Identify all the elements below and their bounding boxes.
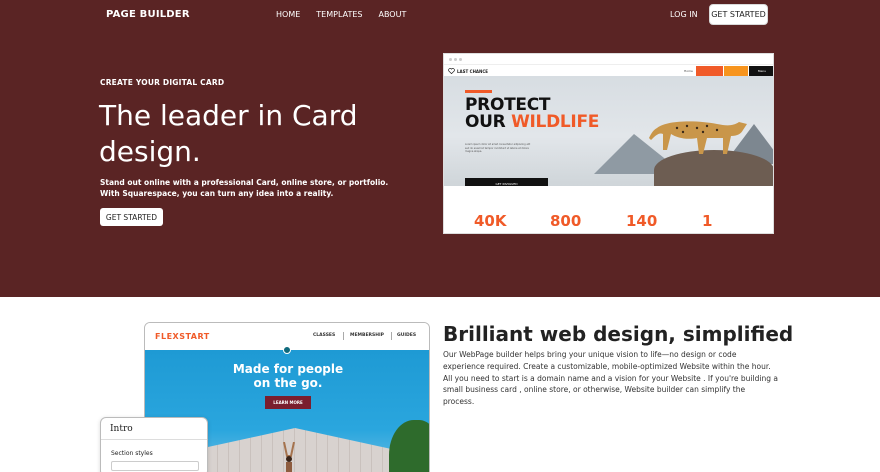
- preview-menu-button: Menu: [749, 66, 773, 76]
- section-title: Brilliant web design, simplified: [443, 322, 794, 346]
- brand-logo[interactable]: PAGE BUILDER: [106, 9, 190, 20]
- panel-title: Intro: [110, 424, 133, 434]
- mockup-tree-image: [389, 420, 429, 472]
- preview-title-line2a: OUR: [465, 112, 512, 132]
- mockup-divider: [343, 332, 344, 340]
- preview-window-chrome: [444, 54, 773, 65]
- preview-accent-bar: [465, 90, 492, 93]
- preview-topbar: LAST CHANCE Home Menu: [444, 66, 773, 76]
- section-styles-label: Section styles: [111, 450, 153, 457]
- template-preview[interactable]: LAST CHANCE Home Menu PROTECT OUR WILDLI…: [443, 53, 774, 234]
- hero-get-started-button[interactable]: GET STARTED: [100, 208, 163, 226]
- preview-hero-image: PROTECT OUR WILDLIFE Lorem ipsum dolor s…: [444, 76, 773, 186]
- preview-paragraph: Lorem ipsum dolor sit amet consectetur a…: [465, 143, 531, 153]
- preview-nav-home: Home: [684, 69, 693, 73]
- hero-headline: The leader in Card design.: [99, 99, 358, 168]
- login-link[interactable]: LOG IN: [670, 10, 698, 19]
- heart-icon: [448, 68, 455, 74]
- mockup-link-membership: MEMBERSHIP: [350, 333, 384, 338]
- mockup-headline-line2: on the go.: [253, 376, 323, 390]
- mockup-learn-more-button: LEARN MORE: [265, 396, 311, 409]
- preview-stat: 800: [550, 212, 582, 230]
- section-styles-panel[interactable]: Intro Section styles: [100, 417, 208, 472]
- preview-amber-button: [724, 66, 748, 76]
- section-styles-field[interactable]: [111, 461, 199, 471]
- mockup-headline: Made for people on the go.: [145, 362, 429, 390]
- nav-links: HOME TEMPLATES ABOUT: [276, 10, 406, 19]
- window-dot-icon: [459, 58, 462, 61]
- preview-logo: LAST CHANCE: [448, 68, 488, 74]
- nav-link-about[interactable]: ABOUT: [378, 10, 406, 19]
- panel-divider: [101, 439, 207, 440]
- hero-subtext: Stand out online with a professional Car…: [100, 178, 389, 198]
- nav-link-home[interactable]: HOME: [276, 10, 300, 19]
- top-nav: PAGE BUILDER HOME TEMPLATES ABOUT LOG IN…: [0, 0, 880, 30]
- preview-logo-text: LAST CHANCE: [457, 68, 489, 74]
- preview-orange-button: [696, 66, 723, 76]
- preview-stat: 1: [702, 212, 713, 230]
- hero-eyebrow: CREATE YOUR DIGITAL CARD: [100, 78, 225, 87]
- mockup-divider: [391, 332, 392, 340]
- nav-get-started-button[interactable]: GET STARTED: [709, 4, 768, 25]
- section-description: Our WebPage builder helps bring your uni…: [443, 350, 778, 407]
- person-figure-icon: [283, 442, 295, 472]
- window-dot-icon: [454, 58, 457, 61]
- nav-link-templates[interactable]: TEMPLATES: [316, 10, 362, 19]
- preview-stat: 140: [626, 212, 658, 230]
- cheetah-icon: [649, 121, 747, 154]
- mockup-link-guides: GUIDES: [397, 333, 417, 338]
- preview-stat: 40K: [474, 212, 507, 230]
- preview-title-line2b: WILDLIFE: [511, 112, 600, 132]
- mockup-marker-icon: [283, 346, 291, 354]
- preview-cta-button: GET INVOLVED: [465, 178, 548, 186]
- preview-title: PROTECT OUR WILDLIFE: [465, 97, 599, 131]
- mockup-logo: FLEXSTART: [155, 332, 210, 341]
- mockup-headline-line1: Made for people: [232, 362, 344, 376]
- hero-section: PAGE BUILDER HOME TEMPLATES ABOUT LOG IN…: [0, 0, 880, 297]
- window-dot-icon: [449, 58, 452, 61]
- mockup-link-classes: CLASSES: [313, 333, 336, 338]
